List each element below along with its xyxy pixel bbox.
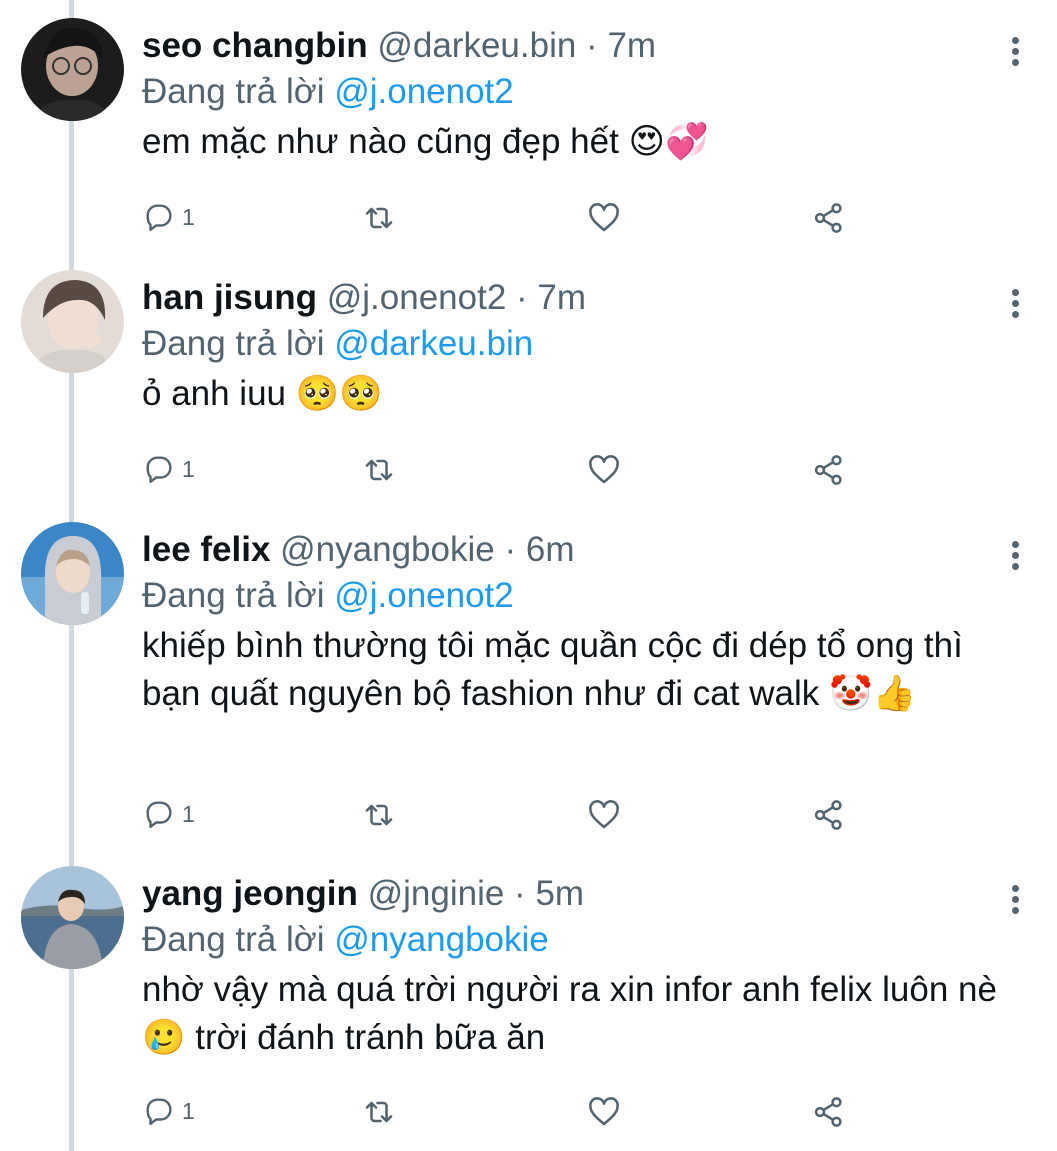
like-button[interactable] <box>586 1094 622 1130</box>
share-icon <box>814 455 842 485</box>
reply-icon <box>146 204 172 231</box>
more-icon[interactable] <box>1004 882 1026 922</box>
timestamp[interactable]: 6m <box>526 530 575 569</box>
tweet-header: lee felix @nyangbokie · 6m <box>142 530 574 570</box>
retweet-icon <box>365 207 393 229</box>
retweet-button[interactable] <box>361 797 397 833</box>
replying-to-label: Đang trả lời <box>142 576 325 615</box>
tweet-text: ỏ anh iuu 🥺🥺 <box>142 374 383 413</box>
display-name[interactable]: yang jeongin <box>142 874 358 913</box>
like-button[interactable] <box>586 452 622 488</box>
retweet-button[interactable] <box>361 452 397 488</box>
like-icon <box>589 203 619 232</box>
tweet-header: yang jeongin @jnginie · 5m <box>142 874 584 914</box>
share-icon <box>814 203 842 233</box>
reply-icon <box>146 456 172 483</box>
reply-button[interactable]: 1 <box>142 797 195 831</box>
reply-count: 1 <box>182 800 195 827</box>
retweet-icon <box>365 804 393 826</box>
replying-to: Đang trả lời @darkeu.bin <box>142 324 533 364</box>
tweet-text: nhờ vậy mà quá trời người ra xin infor a… <box>142 970 997 1057</box>
replying-to: Đang trả lời @j.onenot2 <box>142 72 514 112</box>
avatar[interactable] <box>21 270 124 373</box>
share-button[interactable] <box>811 1094 847 1130</box>
reply-count: 1 <box>182 455 195 482</box>
username[interactable]: @j.onenot2 <box>327 278 507 317</box>
mention-link[interactable]: @j.onenot2 <box>334 72 514 111</box>
more-icon[interactable] <box>1004 34 1026 74</box>
reply-count: 1 <box>182 1097 195 1124</box>
like-button[interactable] <box>586 200 622 236</box>
tweet-header: han jisung @j.onenot2 · 7m <box>142 278 586 318</box>
avatar[interactable] <box>21 522 124 625</box>
tweet-header: seo changbin @darkeu.bin · 7m <box>142 26 656 66</box>
display-name[interactable]: lee felix <box>142 530 270 569</box>
separator-dot: · <box>586 26 598 65</box>
separator-dot: · <box>514 874 526 913</box>
separator-dot: · <box>516 278 528 317</box>
reply-button[interactable]: 1 <box>142 1094 195 1128</box>
timestamp[interactable]: 7m <box>537 278 586 317</box>
like-icon <box>589 455 619 484</box>
share-button[interactable] <box>811 200 847 236</box>
timestamp[interactable]: 7m <box>607 26 656 65</box>
more-icon[interactable] <box>1004 538 1026 578</box>
like-icon <box>589 800 619 829</box>
mention-link[interactable]: @darkeu.bin <box>334 324 533 363</box>
display-name[interactable]: seo changbin <box>142 26 368 65</box>
replying-to-label: Đang trả lời <box>142 920 325 959</box>
tweet-text: khiếp bình thường tôi mặc quần cộc đi dé… <box>142 626 963 713</box>
timestamp[interactable]: 5m <box>535 874 584 913</box>
replying-to-label: Đang trả lời <box>142 72 325 111</box>
mention-link[interactable]: @nyangbokie <box>334 920 549 959</box>
share-icon <box>814 1097 842 1127</box>
reply-count: 1 <box>182 203 195 230</box>
tweet-text: em mặc như nào cũng đẹp hết 😍💞 <box>142 122 709 161</box>
separator-dot: · <box>504 530 517 569</box>
username[interactable]: @darkeu.bin <box>377 26 576 65</box>
replying-to: Đang trả lời @j.onenot2 <box>142 576 514 616</box>
more-icon[interactable] <box>1004 286 1026 326</box>
display-name[interactable]: han jisung <box>142 278 317 317</box>
replying-to-label: Đang trả lời <box>142 324 325 363</box>
replying-to: Đang trả lời @nyangbokie <box>142 920 549 960</box>
reply-icon <box>146 1098 172 1125</box>
avatar[interactable] <box>21 866 124 969</box>
share-button[interactable] <box>811 452 847 488</box>
share-icon <box>814 800 842 830</box>
reply-button[interactable]: 1 <box>142 452 195 486</box>
username[interactable]: @jnginie <box>368 874 505 913</box>
mention-link[interactable]: @j.onenot2 <box>334 576 514 615</box>
username[interactable]: @nyangbokie <box>280 530 495 569</box>
retweet-icon <box>365 1101 393 1123</box>
retweet-button[interactable] <box>361 200 397 236</box>
like-icon <box>589 1097 619 1126</box>
like-button[interactable] <box>586 797 622 833</box>
share-button[interactable] <box>811 797 847 833</box>
reply-icon <box>146 801 172 828</box>
avatar[interactable] <box>21 18 124 121</box>
retweet-button[interactable] <box>361 1094 397 1130</box>
retweet-icon <box>365 459 393 481</box>
reply-button[interactable]: 1 <box>142 200 195 234</box>
